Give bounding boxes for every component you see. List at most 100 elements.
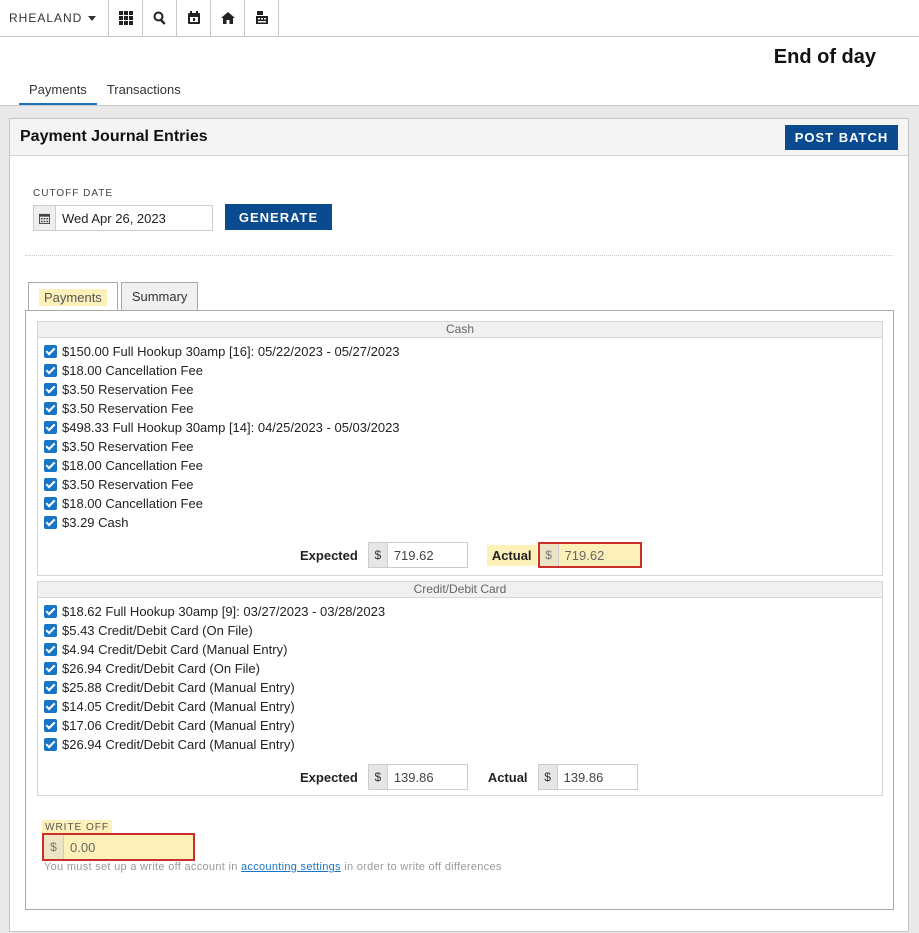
item-label: $26.94 Credit/Debit Card (On File) (62, 661, 260, 676)
list-item[interactable]: $26.94 Credit/Debit Card (On File) (44, 659, 882, 678)
card-totals: Expected $ Actual $ (300, 764, 638, 790)
checkbox-checked[interactable] (44, 402, 57, 415)
checkbox-checked[interactable] (44, 662, 57, 675)
checkbox-checked[interactable] (44, 364, 57, 377)
cash-expected-input[interactable] (387, 543, 467, 567)
calendar-button[interactable] (177, 0, 211, 36)
list-item[interactable]: $18.00 Cancellation Fee (44, 361, 882, 380)
panel-header: Payment Journal Entries POST BATCH (10, 119, 908, 156)
list-item[interactable]: $3.50 Reservation Fee (44, 380, 882, 399)
checkbox-checked[interactable] (44, 643, 57, 656)
cash-actual-label: Actual (486, 544, 537, 566)
payments-tab-content: Cash $150.00 Full Hookup 30amp [16]: 05/… (25, 310, 894, 910)
item-label: $4.94 Credit/Debit Card (Manual Entry) (62, 642, 288, 657)
subtab-summary[interactable]: Summary (120, 282, 199, 310)
currency-symbol: $ (368, 765, 388, 789)
list-item[interactable]: $14.05 Credit/Debit Card (Manual Entry) (44, 697, 882, 716)
list-item[interactable]: $26.94 Credit/Debit Card (Manual Entry) (44, 735, 882, 754)
list-item[interactable]: $3.29 Cash (44, 513, 882, 532)
item-label: $498.33 Full Hookup 30amp [14]: 04/25/20… (62, 420, 400, 435)
list-item[interactable]: $25.88 Credit/Debit Card (Manual Entry) (44, 678, 882, 697)
item-label: $5.43 Credit/Debit Card (On File) (62, 623, 253, 638)
checkbox-checked[interactable] (44, 383, 57, 396)
page-title: End of day (773, 46, 876, 68)
brand-dropdown[interactable]: RHEALAND (0, 0, 109, 36)
list-item[interactable]: $18.62 Full Hookup 30amp [9]: 03/27/2023… (44, 602, 882, 621)
list-item[interactable]: $5.43 Credit/Debit Card (On File) (44, 621, 882, 640)
checkbox-checked[interactable] (44, 497, 57, 510)
list-item[interactable]: $150.00 Full Hookup 30amp [16]: 05/22/20… (44, 342, 882, 361)
checkbox-checked[interactable] (44, 345, 57, 358)
caret-down-icon (88, 15, 97, 21)
item-label: $17.06 Credit/Debit Card (Manual Entry) (62, 718, 295, 733)
card-items: $18.62 Full Hookup 30amp [9]: 03/27/2023… (38, 598, 882, 754)
cash-actual-field: $ (537, 542, 642, 568)
list-item[interactable]: $498.33 Full Hookup 30amp [14]: 04/25/20… (44, 418, 882, 437)
home-button[interactable] (211, 0, 245, 36)
checkbox-checked[interactable] (44, 605, 57, 618)
cash-group: Cash $150.00 Full Hookup 30amp [16]: 05/… (37, 321, 883, 576)
card-expected-field: $ (367, 764, 468, 790)
list-item[interactable]: $18.00 Cancellation Fee (44, 456, 882, 475)
home-icon (220, 12, 235, 24)
currency-symbol: $ (368, 543, 388, 567)
generate-button[interactable]: GENERATE (225, 204, 332, 230)
card-actual-label: Actual (487, 769, 528, 785)
card-actual-input[interactable] (557, 765, 637, 789)
checkbox-checked[interactable] (44, 738, 57, 751)
post-batch-button[interactable]: POST BATCH (785, 125, 898, 150)
checkbox-checked[interactable] (44, 421, 57, 434)
note-text: in order to write off differences (340, 861, 502, 873)
cash-expected-label: Expected (300, 547, 358, 563)
item-label: $3.50 Reservation Fee (62, 477, 194, 492)
checkbox-checked[interactable] (44, 624, 57, 637)
list-item[interactable]: $4.94 Credit/Debit Card (Manual Entry) (44, 640, 882, 659)
item-label: $26.94 Credit/Debit Card (Manual Entry) (62, 737, 295, 752)
register-button[interactable] (245, 0, 279, 36)
checkbox-checked[interactable] (44, 516, 57, 529)
card-group-heading: Credit/Debit Card (38, 582, 882, 598)
write-off-note: You must set up a write off account in a… (44, 861, 502, 873)
sub-tabs: Payments Summary (28, 282, 201, 311)
write-off-input[interactable] (64, 835, 193, 859)
cutoff-date-label: CUTOFF DATE (33, 188, 114, 199)
checkbox-checked[interactable] (44, 681, 57, 694)
item-label: $3.50 Reservation Fee (62, 382, 194, 397)
cash-totals: Expected $ Actual $ (300, 542, 642, 568)
grid-icon (118, 11, 133, 25)
calendar-icon (187, 11, 200, 24)
checkbox-checked[interactable] (44, 719, 57, 732)
item-label: $18.00 Cancellation Fee (62, 458, 203, 473)
checkbox-checked[interactable] (44, 440, 57, 453)
cutoff-date-input[interactable] (56, 206, 212, 230)
checkbox-checked[interactable] (44, 478, 57, 491)
cash-group-heading: Cash (38, 322, 882, 338)
subtab-payments[interactable]: Payments (28, 282, 118, 311)
list-item[interactable]: $3.50 Reservation Fee (44, 399, 882, 418)
calendar-picker-button[interactable] (34, 206, 56, 230)
item-label: $18.00 Cancellation Fee (62, 363, 203, 378)
top-tabs: Payments Transactions (19, 80, 191, 106)
top-bar: RHEALAND (0, 0, 919, 37)
cash-actual-input[interactable] (558, 544, 640, 566)
card-expected-input[interactable] (387, 765, 467, 789)
list-item[interactable]: $18.00 Cancellation Fee (44, 494, 882, 513)
item-label: $25.88 Credit/Debit Card (Manual Entry) (62, 680, 295, 695)
cash-items: $150.00 Full Hookup 30amp [16]: 05/22/20… (38, 338, 882, 532)
search-button[interactable] (143, 0, 177, 36)
checkbox-checked[interactable] (44, 700, 57, 713)
item-label: $3.50 Reservation Fee (62, 401, 194, 416)
accounting-settings-link[interactable]: accounting settings (241, 861, 341, 873)
list-item[interactable]: $3.50 Reservation Fee (44, 437, 882, 456)
grid-button[interactable] (109, 0, 143, 36)
list-item[interactable]: $3.50 Reservation Fee (44, 475, 882, 494)
list-item[interactable]: $17.06 Credit/Debit Card (Manual Entry) (44, 716, 882, 735)
card-group: Credit/Debit Card $18.62 Full Hookup 30a… (37, 581, 883, 796)
tab-transactions[interactable]: Transactions (97, 80, 191, 106)
cutoff-date-field (33, 205, 213, 231)
tab-payments[interactable]: Payments (19, 80, 97, 106)
checkbox-checked[interactable] (44, 459, 57, 472)
card-expected-label: Expected (300, 769, 358, 785)
currency-symbol: $ (539, 544, 559, 566)
section-divider (25, 255, 893, 256)
